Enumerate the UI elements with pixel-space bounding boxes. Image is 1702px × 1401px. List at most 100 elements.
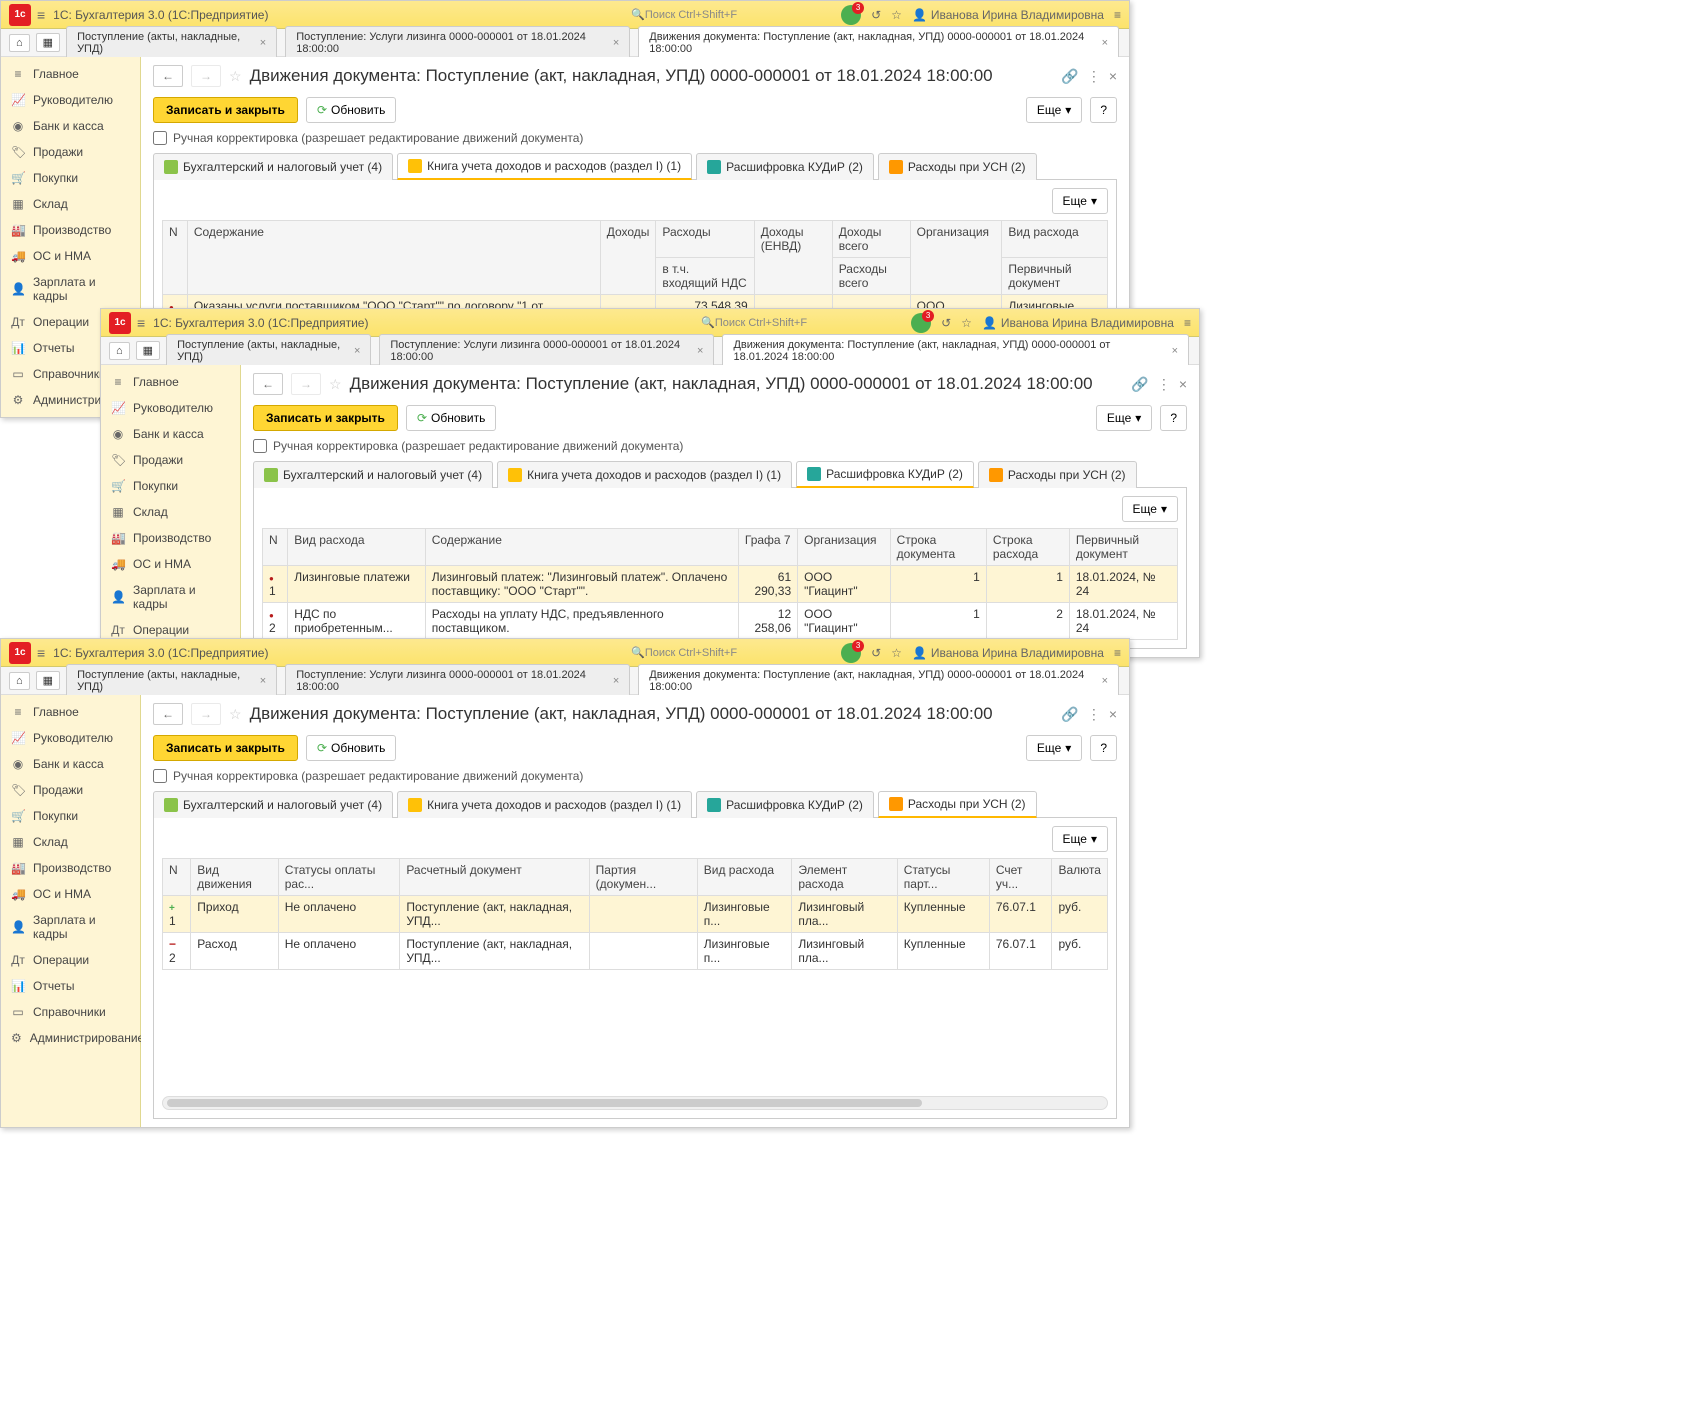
sidebar-zarplata[interactable]: 👤Зарплата и кадры bbox=[1, 269, 140, 309]
sidebar-sklad[interactable]: ▦Склад bbox=[1, 191, 140, 217]
back-button[interactable]: ← bbox=[153, 65, 183, 87]
col-nds[interactable]: в т.ч. входящий НДС bbox=[656, 258, 754, 295]
inner-tab-kudir[interactable]: Книга учета доходов и расходов (раздел I… bbox=[397, 791, 692, 818]
more-button[interactable]: Еще ▾ bbox=[1026, 97, 1082, 123]
tab-uslugi-lizinga[interactable]: Поступление: Услуги лизинга 0000-000001 … bbox=[285, 664, 630, 697]
sidebar-bank[interactable]: ◉Банк и касса bbox=[1, 751, 140, 777]
col-partiya[interactable]: Партия (докумен... bbox=[589, 859, 697, 896]
more-button[interactable]: Еще ▾ bbox=[1026, 735, 1082, 761]
tab-dvizheniya[interactable]: Движения документа: Поступление (акт, на… bbox=[722, 334, 1189, 368]
tab-uslugi-lizinga[interactable]: Поступление: Услуги лизинга 0000-000001 … bbox=[285, 26, 630, 59]
sidebar-proizvodstvo[interactable]: 🏭Производство bbox=[1, 855, 140, 881]
col-sod[interactable]: Содержание bbox=[425, 529, 738, 566]
col-sod[interactable]: Содержание bbox=[187, 221, 600, 295]
star-icon[interactable]: ☆ bbox=[229, 706, 242, 723]
save-close-button[interactable]: Записать и закрыть bbox=[153, 97, 298, 123]
col-n[interactable]: N bbox=[263, 529, 288, 566]
sidebar-os-nma[interactable]: 🚚ОС и НМА bbox=[101, 551, 240, 577]
inner-tab-rasshifrovka[interactable]: Расшифровка КУДиР (2) bbox=[796, 461, 974, 488]
notification-icon[interactable] bbox=[911, 313, 931, 333]
forward-button[interactable]: → bbox=[191, 703, 221, 725]
favorite-icon[interactable]: ☆ bbox=[891, 646, 902, 660]
home-button[interactable]: ⌂ bbox=[109, 342, 130, 360]
tab-dvizheniya[interactable]: Движения документа: Поступление (акт, на… bbox=[638, 26, 1119, 60]
window-menu-icon[interactable]: ≡ bbox=[1114, 646, 1121, 660]
sidebar-zarplata[interactable]: 👤Зарплата и кадры bbox=[101, 577, 240, 617]
more-icon[interactable]: ⋮ bbox=[1087, 706, 1101, 723]
inner-tab-usn[interactable]: Расходы при УСН (2) bbox=[978, 461, 1137, 488]
col-envd[interactable]: Доходы (ЕНВД) bbox=[754, 221, 832, 295]
close-icon[interactable]: × bbox=[260, 675, 266, 687]
sections-button[interactable]: ▦ bbox=[136, 341, 160, 360]
refresh-button[interactable]: ⟳Обновить bbox=[306, 735, 396, 761]
history-icon[interactable]: ↺ bbox=[941, 316, 951, 330]
user-menu[interactable]: 👤Иванова Ирина Владимировна bbox=[912, 646, 1104, 660]
user-menu[interactable]: 👤Иванова Ирина Владимировна bbox=[912, 8, 1104, 22]
sidebar-operacii[interactable]: ДтОперации bbox=[1, 947, 140, 973]
menu-icon[interactable]: ≡ bbox=[137, 315, 145, 331]
table-row[interactable]: + 1 Приход Не оплачено Поступление (акт,… bbox=[163, 896, 1108, 933]
notification-icon[interactable] bbox=[841, 643, 861, 663]
inner-tab-usn[interactable]: Расходы при УСН (2) bbox=[878, 153, 1037, 180]
sidebar-sklad[interactable]: ▦Склад bbox=[101, 499, 240, 525]
col-dohody-vsego[interactable]: Доходы всего bbox=[832, 221, 910, 258]
search-input[interactable]: Поиск Ctrl+Shift+F bbox=[631, 646, 831, 659]
inner-tab-buh[interactable]: Бухгалтерский и налоговый учет (4) bbox=[153, 153, 393, 180]
col-dohody[interactable]: Доходы bbox=[600, 221, 656, 295]
link-icon[interactable]: 🔗 bbox=[1131, 376, 1148, 393]
sidebar-otchety[interactable]: 📊Отчеты bbox=[1, 973, 140, 999]
close-icon[interactable]: × bbox=[1109, 68, 1117, 84]
table-row[interactable]: ● 1 Лизинговые платежи Лизинговый платеж… bbox=[263, 566, 1178, 603]
sidebar-rukovoditelyu[interactable]: 📈Руководителю bbox=[1, 725, 140, 751]
tab-uslugi-lizinga[interactable]: Поступление: Услуги лизинга 0000-000001 … bbox=[379, 334, 714, 367]
help-button[interactable]: ? bbox=[1090, 735, 1117, 761]
sidebar-os-nma[interactable]: 🚚ОС и НМА bbox=[1, 243, 140, 269]
menu-icon[interactable]: ≡ bbox=[37, 7, 45, 23]
history-icon[interactable]: ↺ bbox=[871, 646, 881, 660]
star-icon[interactable]: ☆ bbox=[229, 68, 242, 85]
col-perv[interactable]: Первичный документ bbox=[1002, 258, 1108, 295]
table-row[interactable]: − 2 Расход Не оплачено Поступление (акт,… bbox=[163, 933, 1108, 970]
refresh-button[interactable]: ⟳Обновить bbox=[406, 405, 496, 431]
search-input[interactable]: Поиск Ctrl+Shift+F bbox=[701, 316, 901, 329]
sidebar-glavnoe[interactable]: ≡Главное bbox=[101, 369, 240, 395]
close-icon[interactable]: × bbox=[1109, 706, 1117, 722]
sidebar-sklad[interactable]: ▦Склад bbox=[1, 829, 140, 855]
col-rashody[interactable]: Расходы bbox=[656, 221, 754, 258]
close-icon[interactable]: × bbox=[260, 37, 266, 49]
col-n[interactable]: N bbox=[163, 859, 191, 896]
table-more-button[interactable]: Еще ▾ bbox=[1052, 188, 1108, 214]
col-rasch-doc[interactable]: Расчетный документ bbox=[400, 859, 589, 896]
sidebar-admin[interactable]: ⚙Администрирование bbox=[1, 1025, 140, 1051]
window-menu-icon[interactable]: ≡ bbox=[1114, 8, 1121, 22]
close-icon[interactable]: × bbox=[354, 345, 360, 357]
table-more-button[interactable]: Еще ▾ bbox=[1122, 496, 1178, 522]
close-icon[interactable]: × bbox=[1179, 376, 1187, 392]
menu-icon[interactable]: ≡ bbox=[37, 645, 45, 661]
sidebar-glavnoe[interactable]: ≡Главное bbox=[1, 699, 140, 725]
home-button[interactable]: ⌂ bbox=[9, 672, 30, 690]
sidebar-spravochniki[interactable]: ▭Справочники bbox=[1, 999, 140, 1025]
table-more-button[interactable]: Еще ▾ bbox=[1052, 826, 1108, 852]
help-button[interactable]: ? bbox=[1160, 405, 1187, 431]
close-icon[interactable]: × bbox=[697, 345, 703, 357]
notification-icon[interactable] bbox=[841, 5, 861, 25]
col-perv[interactable]: Первичный документ bbox=[1069, 529, 1177, 566]
col-schet[interactable]: Счет уч... bbox=[989, 859, 1052, 896]
help-button[interactable]: ? bbox=[1090, 97, 1117, 123]
tab-dvizheniya[interactable]: Движения документа: Поступление (акт, на… bbox=[638, 664, 1119, 698]
close-icon[interactable]: × bbox=[1102, 675, 1108, 687]
sidebar-glavnoe[interactable]: ≡Главное bbox=[1, 61, 140, 87]
sidebar-bank[interactable]: ◉Банк и касса bbox=[101, 421, 240, 447]
col-status-part[interactable]: Статусы парт... bbox=[897, 859, 989, 896]
col-grafa7[interactable]: Графа 7 bbox=[738, 529, 797, 566]
col-vid[interactable]: Вид расхода bbox=[288, 529, 426, 566]
sidebar-proizvodstvo[interactable]: 🏭Производство bbox=[1, 217, 140, 243]
tab-postuplenie-list[interactable]: Поступление (акты, накладные, УПД)× bbox=[66, 664, 277, 697]
sidebar-zarplata[interactable]: 👤Зарплата и кадры bbox=[1, 907, 140, 947]
table-row[interactable]: ● 2 НДС по приобретенным... Расходы на у… bbox=[263, 603, 1178, 640]
inner-tab-usn[interactable]: Расходы при УСН (2) bbox=[878, 791, 1037, 818]
col-vid-dv[interactable]: Вид движения bbox=[191, 859, 278, 896]
back-button[interactable]: ← bbox=[253, 373, 283, 395]
inner-tab-rasshifrovka[interactable]: Расшифровка КУДиР (2) bbox=[696, 153, 874, 180]
